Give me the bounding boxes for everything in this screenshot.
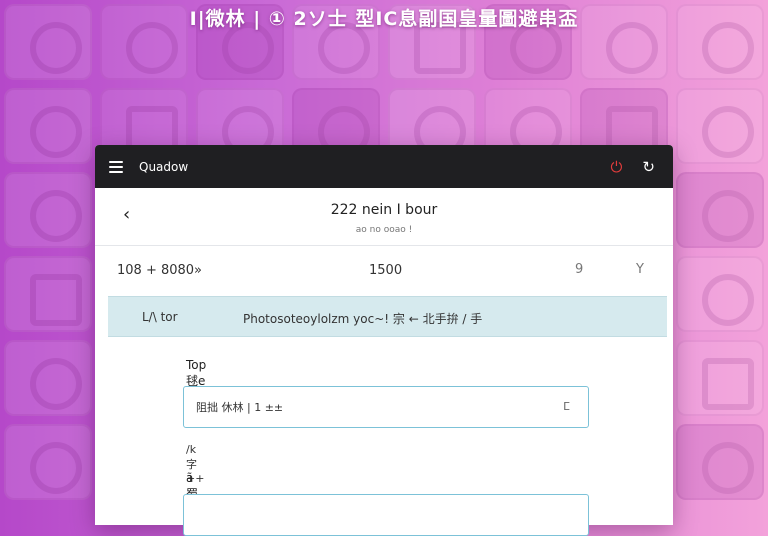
page-title: 222 nein I bour: [330, 202, 438, 218]
app-title: Quadow: [139, 159, 189, 174]
refresh-icon[interactable]: ↻: [642, 158, 655, 176]
stat-icon-a[interactable]: 9: [575, 262, 583, 277]
field1-value: 阻拙 休林 | 1 ±±: [196, 401, 284, 414]
stats-row: 108 + 8080» 1500 9 Y: [95, 246, 673, 296]
field1-input[interactable]: 阻拙 休林 | 1 ±± ⵎ: [183, 386, 589, 428]
strip-label: L/\ tor: [142, 310, 178, 324]
title-bar: Quadow ⏻ ↻: [95, 145, 673, 188]
hamburger-menu-icon[interactable]: [109, 160, 123, 173]
field1-icon[interactable]: ⵎ: [563, 400, 570, 413]
stat-left: 108 + 8080»: [117, 263, 203, 278]
banner-text: I|微林 | ① 2ソ士 型IC息副国皇量圖避串盃: [189, 8, 579, 30]
info-strip[interactable]: L/\ tor Photosoteoylolzm yoc~! 宗 ← 北手拚 /…: [108, 296, 667, 337]
strip-text: Photosoteoylolzm yoc~! 宗 ← 北手拚 / 手: [243, 312, 483, 326]
page-header: ‹ 222 nein I bour ao no ooao !: [95, 188, 673, 246]
stat-center: 1500: [369, 263, 403, 278]
field2-input[interactable]: [183, 494, 589, 536]
stat-icon-b[interactable]: Y: [636, 262, 644, 277]
power-icon[interactable]: ⏻: [611, 158, 623, 176]
page-subtitle: ao no ooao !: [355, 225, 413, 235]
